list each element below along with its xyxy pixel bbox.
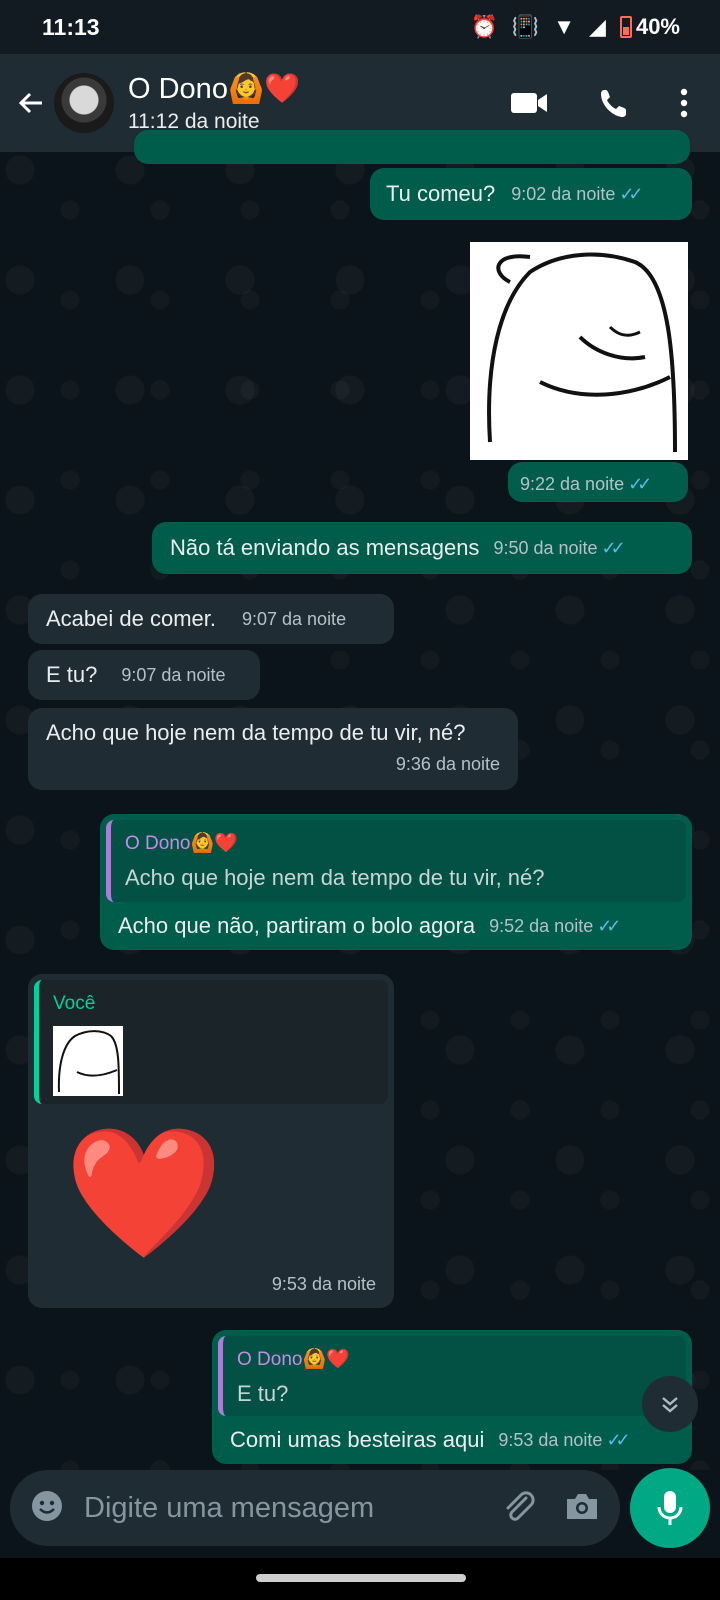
message-outgoing-reply[interactable]: O Dono🙆❤️ Acho que hoje nem da tempo de … [100, 814, 692, 950]
message-incoming[interactable]: E tu? 9:07 da noite [28, 650, 260, 700]
sticker-image[interactable] [470, 242, 688, 460]
quoted-message[interactable]: Você [34, 980, 388, 1104]
message-outgoing[interactable]: Não tá enviando as mensagens 9:50 da noi… [152, 522, 692, 574]
header-actions [510, 87, 688, 119]
message-composer [10, 1470, 620, 1546]
voice-message-button[interactable] [630, 1468, 710, 1548]
message-outgoing-reply[interactable]: O Dono🙆❤️ E tu? Comi umas besteiras aqui… [212, 1330, 692, 1464]
message-incoming[interactable]: Acho que hoje nem da tempo de tu vir, né… [28, 708, 518, 790]
message-text: E tu? [46, 662, 98, 687]
read-ticks-icon: ✓✓ [597, 916, 621, 936]
message-time: 9:36 da noite [395, 754, 500, 774]
message-text: Acho que não, partiram o bolo agora [118, 913, 476, 938]
quoted-sender: O Dono🙆❤️ [125, 833, 238, 854]
voice-call-icon[interactable] [598, 87, 630, 119]
message-time: 9:02 da noite [511, 184, 616, 204]
battery-percent: 40% [635, 14, 680, 39]
quoted-text: Acho que hoje nem da tempo de tu vir, né… [125, 865, 545, 890]
message-time: 9:50 da noite [493, 538, 598, 558]
message-input[interactable] [82, 1490, 500, 1526]
signal-icon: ◢ [589, 14, 606, 39]
status-icons: ⏰ 📳 ▼ ◢ 40% [470, 14, 680, 40]
read-ticks-icon: ✓✓ [601, 538, 626, 558]
message-time: 9:22 da noite [520, 474, 625, 494]
message-incoming[interactable]: Acabei de comer. 9:07 da noite [28, 594, 394, 644]
wifi-icon: ▼ [553, 14, 576, 39]
video-call-icon[interactable] [510, 90, 548, 116]
quoted-text: E tu? [237, 1381, 289, 1406]
back-arrow-icon[interactable] [14, 86, 48, 120]
message-incoming-reply[interactable]: Você ❤️ 9:53 da noite [28, 974, 394, 1308]
read-ticks-icon: ✓✓ [606, 1430, 630, 1450]
quoted-sender: Você [53, 993, 96, 1014]
contact-avatar[interactable] [54, 73, 114, 133]
contact-name: O Dono🙆❤️ [128, 73, 301, 105]
read-ticks-icon: ✓✓ [628, 474, 652, 494]
quoted-message[interactable]: O Dono🙆❤️ Acho que hoje nem da tempo de … [106, 820, 686, 902]
message-time: 9:53 da noite [271, 1274, 376, 1294]
message-time: 9:52 da noite [489, 916, 594, 936]
contact-info[interactable]: O Dono🙆❤️ 11:12 da noite [128, 72, 510, 134]
more-options-icon[interactable] [680, 88, 688, 118]
quoted-sticker-thumbnail [53, 1026, 123, 1096]
message-text: Tu comeu? [386, 181, 496, 206]
message-text: Acabei de comer. [46, 606, 216, 631]
message-text: Acho que hoje nem da tempo de tu vir, né… [46, 720, 466, 745]
message-outgoing[interactable]: Tu comeu? 9:02 da noite ✓✓ [370, 168, 692, 220]
message-text: Comi umas besteiras aqui [230, 1427, 485, 1452]
attach-icon[interactable] [500, 1488, 536, 1529]
sticker-time-chip: 9:22 da noite ✓✓ [508, 462, 688, 502]
vibrate-icon: 📳 [511, 14, 540, 39]
alarm-icon: ⏰ [470, 14, 498, 39]
status-bar: 11:13 ⏰ 📳 ▼ ◢ 40% [0, 0, 720, 54]
battery-indicator: 40% [619, 14, 680, 40]
status-time: 11:13 [42, 13, 100, 40]
battery-icon [619, 16, 632, 38]
emoji-icon[interactable] [30, 1489, 64, 1528]
heart-emoji: ❤️ [64, 1122, 224, 1265]
microphone-icon [657, 1491, 683, 1525]
message-time: 9:53 da noite [498, 1430, 603, 1450]
read-ticks-icon: ✓✓ [619, 184, 643, 204]
quoted-sender: O Dono🙆❤️ [237, 1349, 350, 1370]
scroll-to-bottom-button[interactable] [642, 1376, 698, 1432]
double-chevron-down-icon [662, 1397, 678, 1413]
camera-icon[interactable] [564, 1491, 600, 1526]
home-gesture-handle[interactable] [256, 1574, 466, 1582]
message-bubble-partial [134, 130, 690, 164]
message-time: 9:07 da noite [241, 609, 347, 629]
message-text: Não tá enviando as mensagens [170, 535, 480, 560]
message-time: 9:07 da noite [121, 665, 226, 685]
quoted-message[interactable]: O Dono🙆❤️ E tu? [218, 1336, 686, 1416]
